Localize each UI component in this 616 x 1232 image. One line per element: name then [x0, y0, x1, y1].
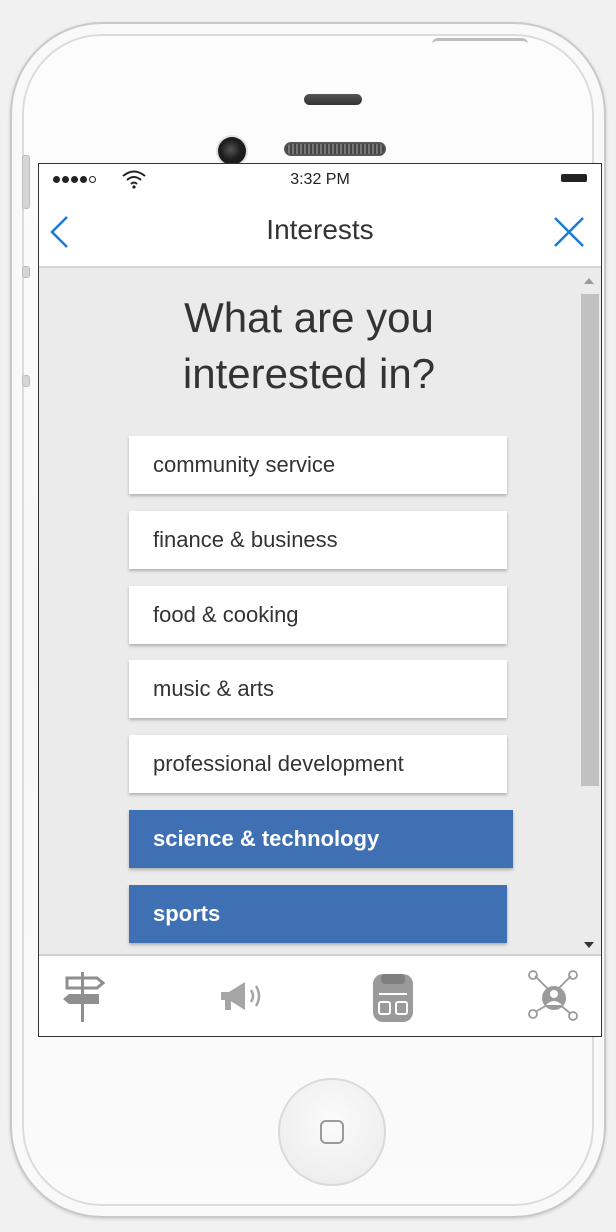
scrollbar[interactable] — [579, 268, 601, 954]
volume-down-button — [22, 375, 30, 387]
option-community-service[interactable]: community service — [129, 436, 507, 494]
option-professional-development[interactable]: professional development — [129, 735, 507, 793]
front-camera — [218, 137, 246, 165]
backpack-icon[interactable] — [363, 966, 423, 1026]
proximity-sensor — [304, 94, 362, 105]
question-line-2: interested in? — [182, 350, 436, 397]
question-heading: What are you interested in? — [39, 290, 579, 402]
option-music-arts[interactable]: music & arts — [129, 660, 507, 718]
megaphone-icon[interactable] — [211, 966, 271, 1026]
question-line-1: What are you — [184, 294, 434, 341]
stage: 3:32 PM Interests What are you intereste… — [0, 0, 616, 1232]
page-title: Interests — [266, 214, 374, 245]
scroll-thumb[interactable] — [581, 294, 599, 786]
power-button — [432, 38, 528, 51]
phone-screen: 3:32 PM Interests What are you intereste… — [38, 163, 602, 1037]
option-food-cooking[interactable]: food & cooking — [129, 586, 507, 644]
close-icon[interactable] — [551, 214, 587, 250]
navigation-bar: Interests — [39, 194, 601, 268]
home-button[interactable] — [278, 1078, 386, 1186]
earpiece-speaker — [284, 142, 386, 156]
scroll-up-arrow-icon[interactable] — [584, 278, 594, 284]
volume-up-button — [22, 266, 30, 278]
option-science-technology[interactable]: science & technology — [129, 810, 513, 868]
network-person-icon[interactable] — [523, 966, 583, 1026]
option-finance-business[interactable]: finance & business — [129, 511, 507, 569]
status-time: 3:32 PM — [290, 171, 350, 188]
interests-content: What are you interested in? community se… — [39, 268, 579, 954]
option-sports[interactable]: sports — [129, 885, 507, 943]
scroll-down-arrow-icon[interactable] — [584, 942, 594, 948]
mute-switch — [22, 155, 30, 209]
signpost-icon[interactable] — [53, 966, 113, 1026]
home-square-icon — [320, 1120, 344, 1144]
tab-bar — [39, 954, 601, 1036]
status-bar: 3:32 PM — [39, 164, 601, 194]
battery-icon — [561, 174, 587, 182]
